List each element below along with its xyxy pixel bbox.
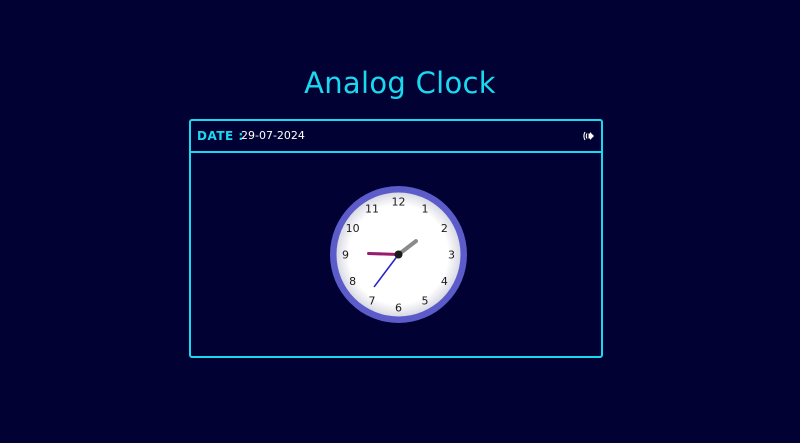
page-title: Analog Clock [304, 66, 496, 100]
date-label: DATE : [197, 129, 244, 143]
clock-panel: DATE : 29-07-2024 12 1 2 3 4 5 6 7 8 9 1… [189, 119, 603, 358]
clock-face: 12 12 345 6 789 10 11 [330, 186, 467, 323]
clock-number-1: 1 [422, 203, 429, 216]
clock-number-10: 10 [346, 222, 360, 235]
clock-number-7: 7 [369, 294, 376, 307]
clock-number-2: 2 [441, 222, 448, 235]
clock-center-pin [394, 250, 403, 259]
page: Analog Clock DATE : 29-07-2024 12 1 2 3 … [0, 0, 800, 443]
analog-clock: 12 1 2 3 4 5 6 7 8 9 10 11 [330, 186, 467, 323]
panel-header: DATE : 29-07-2024 [191, 121, 601, 153]
clock-number-12: 12 [392, 196, 406, 209]
clock-number-6: 6 [395, 302, 402, 315]
clock-number-9: 9 [342, 249, 349, 262]
clock-number-3: 3 [448, 249, 455, 262]
speaker-wave-icon[interactable] [582, 128, 598, 144]
date-value: 29-07-2024 [241, 129, 305, 142]
minute-hand [367, 251, 400, 256]
clock-number-8: 8 [349, 275, 356, 288]
clock-number-5: 5 [422, 294, 429, 307]
clock-number-4: 4 [441, 275, 448, 288]
clock-number-11: 11 [365, 203, 379, 216]
